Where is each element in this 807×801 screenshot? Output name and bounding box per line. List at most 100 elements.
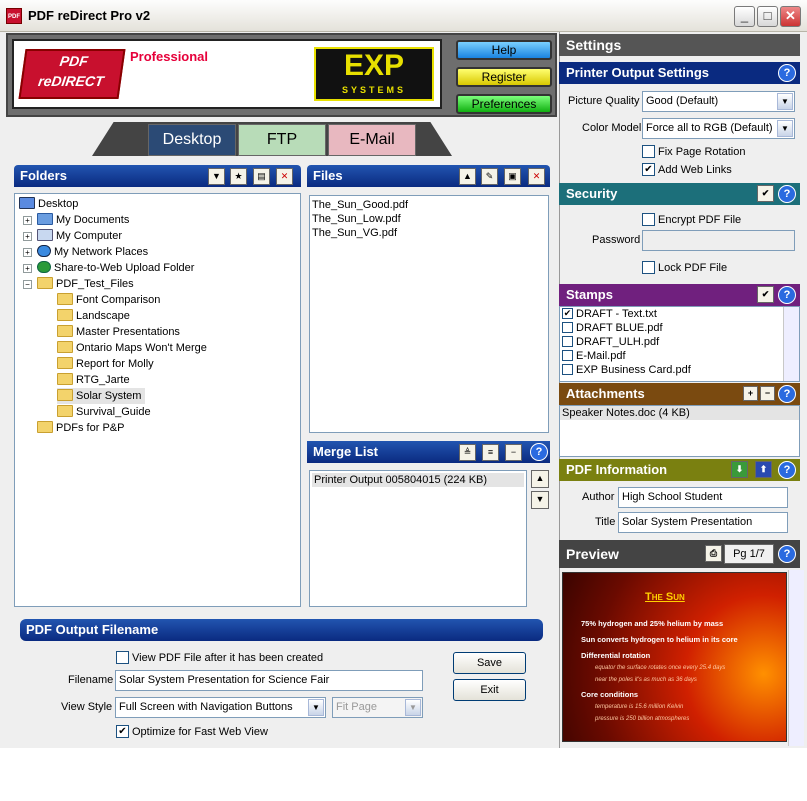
files-list[interactable]: The_Sun_Good.pdf The_Sun_Low.pdf The_Sun… [309,195,549,433]
filename-input[interactable]: Solar System Presentation for Science Fa… [115,670,423,691]
preview-scrollbar[interactable] [788,570,804,746]
slide-subbullet: equator the surface rotates once every 2… [595,665,726,671]
delete-file-icon[interactable]: ✕ [528,168,545,185]
folder-view-icon[interactable]: ▤ [253,168,270,185]
save-button[interactable]: Save [453,652,526,674]
expand-icon[interactable]: + [23,264,32,273]
pdf-app-icon: PDF [6,8,22,24]
tree-item-my-documents[interactable]: My Documents [37,212,129,228]
lock-checkbox[interactable] [642,261,655,274]
tree-item-desktop[interactable]: Desktop [19,196,78,212]
checkmark-icon[interactable]: ✔ [757,185,774,202]
stamp-checkbox[interactable]: ✔ [562,308,573,319]
new-folder-icon[interactable]: ★ [230,168,247,185]
author-input[interactable]: High School Student [618,487,788,508]
checkmark-icon[interactable]: ✔ [757,286,774,303]
encrypt-checkbox[interactable] [642,213,655,226]
exit-button[interactable]: Exit [453,679,526,701]
help-icon[interactable]: ? [778,64,796,82]
preferences-button[interactable]: Preferences [456,94,552,114]
stamp-item[interactable]: E-Mail.pdf [560,349,799,363]
open-file-icon[interactable]: ▲ [459,168,476,185]
password-input[interactable] [642,230,795,251]
help-icon[interactable]: ? [778,385,796,403]
edit-file-icon[interactable]: ✎ [481,168,498,185]
tree-item-ontario-maps[interactable]: Ontario Maps Won't Merge [57,340,207,356]
delete-folder-icon[interactable]: ✕ [276,168,293,185]
register-button[interactable]: Register [456,67,552,87]
folder-icon [57,325,73,337]
move-down-icon[interactable]: ▼ [531,491,549,509]
view-style-select[interactable]: Full Screen with Navigation Buttons ▼ [115,697,326,718]
color-model-select[interactable]: Force all to RGB (Default) ▼ [642,118,795,139]
move-up-icon[interactable]: ▲ [531,470,549,488]
upload-icon[interactable]: ⬆ [755,461,772,478]
view-after-checkbox[interactable] [116,651,129,664]
remove-merge-icon[interactable]: − [505,444,522,461]
tree-item-my-network-places[interactable]: My Network Places [37,244,148,260]
merge-item[interactable]: Printer Output 005804015 (224 KB) [312,473,524,487]
stamps-scrollbar[interactable] [783,307,799,381]
download-icon[interactable]: ⬇ [731,461,748,478]
stamp-item[interactable]: DRAFT_ULH.pdf [560,335,799,349]
close-button[interactable]: ✕ [780,6,801,27]
folder-tree[interactable]: Desktop + My Documents + My Computer + M… [14,193,301,607]
help-icon[interactable]: ? [778,545,796,563]
help-icon[interactable]: ? [778,461,796,479]
file-item[interactable]: The_Sun_Good.pdf [310,198,548,212]
tree-item-pdfs-for-pp[interactable]: PDFs for P&P [37,420,124,436]
tree-item-my-computer[interactable]: My Computer [37,228,122,244]
tree-item-pdf-test-files[interactable]: PDF_Test_Files [37,276,134,292]
tab-ftp[interactable]: FTP [238,124,326,156]
tree-item-share-to-web[interactable]: Share-to-Web Upload Folder [37,260,194,276]
page-indicator: Pg 1/7 [724,544,774,564]
stamp-checkbox[interactable] [562,364,573,375]
collapse-icon[interactable]: − [23,280,32,289]
stamps-list[interactable]: ✔ DRAFT - Text.txt DRAFT BLUE.pdf DRAFT_U… [559,306,800,382]
remove-attachment-icon[interactable]: − [760,386,775,401]
help-button[interactable]: Help [456,40,552,60]
fix-rotation-checkbox[interactable] [642,145,655,158]
attachments-list[interactable]: Speaker Notes.doc (4 KB) [559,405,800,457]
help-icon[interactable]: ? [778,286,796,304]
optimize-label: Optimize for Fast Web View [132,726,268,738]
file-item[interactable]: The_Sun_VG.pdf [310,226,548,240]
stamp-item[interactable]: DRAFT BLUE.pdf [560,321,799,335]
title-input[interactable]: Solar System Presentation [618,512,788,533]
tree-item-rtg-jarte[interactable]: RTG_Jarte [57,372,130,388]
attachment-item[interactable]: Speaker Notes.doc (4 KB) [560,406,799,420]
printer-icon[interactable]: ⎙ [705,545,722,562]
tree-item-report-for-molly[interactable]: Report for Molly [57,356,154,372]
maximize-button[interactable]: □ [757,6,778,27]
tree-item-master-presentations[interactable]: Master Presentations [57,324,180,340]
move-bottom-icon[interactable]: ≡ [482,444,499,461]
file-item[interactable]: The_Sun_Low.pdf [310,212,548,226]
move-top-icon[interactable]: ≜ [459,444,476,461]
tab-desktop[interactable]: Desktop [148,124,236,156]
tree-item-font-comparison[interactable]: Font Comparison [57,292,160,308]
expand-icon[interactable]: + [23,232,32,241]
stamp-item[interactable]: ✔ DRAFT - Text.txt [560,307,799,321]
preview-header: Preview ⎙ Pg 1/7? [559,540,800,568]
stamp-checkbox[interactable] [562,336,573,347]
merge-list[interactable]: Printer Output 005804015 (224 KB) [309,470,527,607]
stamp-checkbox[interactable] [562,350,573,361]
stamp-item[interactable]: EXP Business Card.pdf [560,363,799,377]
add-attachment-icon[interactable]: + [743,386,758,401]
tab-email[interactable]: E-Mail [328,124,416,156]
picture-quality-select[interactable]: Good (Default) ▼ [642,91,795,112]
expand-icon[interactable]: + [23,216,32,225]
optimize-checkbox[interactable]: ✔ [116,725,129,738]
help-icon[interactable]: ? [778,185,796,203]
tree-item-solar-system[interactable]: Solar System [57,388,146,404]
add-links-checkbox[interactable]: ✔ [642,163,655,176]
minimize-button[interactable]: _ [734,6,755,27]
tree-item-landscape[interactable]: Landscape [57,308,130,324]
view-file-icon[interactable]: ▣ [504,168,521,185]
slide-bullet: Sun converts hydrogen to helium in its c… [581,635,738,644]
expand-icon[interactable]: + [23,248,32,257]
folders-dropdown-icon[interactable]: ▼ [208,168,225,185]
tree-item-survival-guide[interactable]: Survival_Guide [57,404,151,420]
stamp-checkbox[interactable] [562,322,573,333]
merge-help-icon[interactable]: ? [530,443,548,461]
